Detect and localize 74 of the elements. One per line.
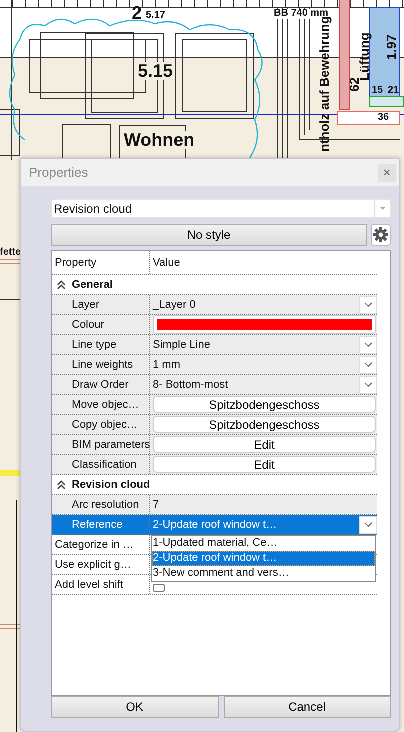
plan-label: 36 — [378, 113, 390, 123]
plan-label: 2 — [132, 4, 142, 22]
plan-label: 5.17 — [146, 11, 166, 21]
property-row[interactable]: Reference 2-Update roof window t… — [52, 515, 377, 535]
group-title: Revision cloud — [72, 478, 150, 490]
dialog-title: Properties — [29, 165, 88, 180]
property-name: Line weights — [72, 358, 134, 370]
property-name: Add level shift — [55, 578, 124, 590]
plan-label: ntholz auf Bewehrung — [318, 16, 331, 152]
value-button[interactable]: Edit — [153, 436, 376, 453]
object-type-dropdown[interactable]: Revision cloud — [51, 199, 391, 218]
property-value: 1 mm — [153, 358, 182, 370]
plan-label: 21 — [388, 86, 400, 96]
property-row[interactable]: Classification Edit — [52, 455, 377, 475]
plan-label: 15 — [372, 86, 384, 96]
chevron-down-icon — [362, 360, 374, 369]
checkbox[interactable] — [153, 584, 165, 592]
dropdown-button[interactable] — [359, 336, 377, 354]
property-name: Use explicit g… — [55, 558, 132, 570]
property-name: Arc resolution — [72, 498, 140, 510]
chevron-down-icon — [362, 380, 374, 389]
style-button[interactable]: No style — [51, 224, 367, 246]
group-title: General — [72, 278, 113, 290]
dropdown-arrow-icon — [378, 206, 386, 211]
dropdown-option[interactable]: 2-Update roof window t… — [152, 551, 375, 566]
property-row[interactable]: Colour — [52, 315, 377, 335]
close-button[interactable]: × — [378, 164, 396, 182]
chevron-down-icon — [362, 340, 374, 349]
ok-button[interactable]: OK — [51, 696, 218, 718]
plan-label: 62 — [348, 78, 361, 92]
plan-label: 1.97 — [385, 34, 398, 60]
column-header: Value — [153, 256, 180, 268]
value-button[interactable]: Spitzbodengeschoss — [153, 396, 376, 413]
property-name: Colour — [72, 318, 104, 330]
chevron-down-icon — [362, 520, 374, 529]
cancel-button[interactable]: Cancel — [224, 696, 391, 718]
dropdown-button[interactable] — [359, 376, 377, 394]
property-name: Layer — [72, 298, 100, 310]
plan-label: Lüftung — [358, 32, 371, 81]
property-row[interactable]: Copy objec… Spitzbodengeschoss — [52, 415, 377, 435]
property-name: Classification — [72, 458, 137, 470]
property-row[interactable]: Line weights 1 mm — [52, 355, 377, 375]
property-value: 7 — [153, 498, 160, 510]
property-name: Copy objec… — [72, 418, 138, 430]
property-name: Reference — [72, 518, 123, 530]
property-name: Move objec… — [72, 398, 140, 410]
property-value: 8- Bottom-most — [153, 378, 230, 390]
property-value: Simple Line — [153, 338, 212, 350]
settings-button[interactable] — [371, 224, 391, 246]
property-value: 2-Update roof window t… — [153, 518, 278, 530]
property-row[interactable]: Draw Order 8- Bottom-most — [52, 375, 377, 395]
value-button[interactable]: Edit — [153, 456, 376, 473]
property-name: Draw Order — [72, 378, 129, 390]
plan-label: 5.15 — [138, 62, 174, 80]
property-row[interactable]: Move objec… Spitzbodengeschoss — [52, 395, 377, 415]
dropdown-option[interactable]: 1-Updated material, Ce… — [152, 536, 375, 551]
dropdown-button[interactable] — [359, 516, 377, 534]
property-name: Line type — [72, 338, 117, 350]
property-row[interactable]: BIM parameters Edit — [52, 435, 377, 455]
property-value: _Layer 0 — [153, 298, 197, 310]
property-row[interactable]: Layer _Layer 0 — [52, 295, 377, 315]
chevron-down-icon — [362, 300, 374, 309]
settings-icon — [373, 227, 389, 243]
property-row[interactable]: Line type Simple Line — [52, 335, 377, 355]
property-row[interactable]: Arc resolution 7 — [52, 495, 377, 515]
colour-field[interactable] — [153, 315, 376, 334]
column-header: Property — [55, 256, 97, 268]
dropdown-button[interactable] — [359, 356, 377, 374]
dropdown-button[interactable] — [359, 296, 377, 314]
plan-label: fette — [0, 248, 22, 258]
plan-label: Wohnen — [124, 131, 195, 149]
property-name: BIM parameters — [72, 438, 150, 450]
property-name: Categorize in … — [55, 538, 134, 550]
value-button[interactable]: Spitzbodengeschoss — [153, 416, 376, 433]
